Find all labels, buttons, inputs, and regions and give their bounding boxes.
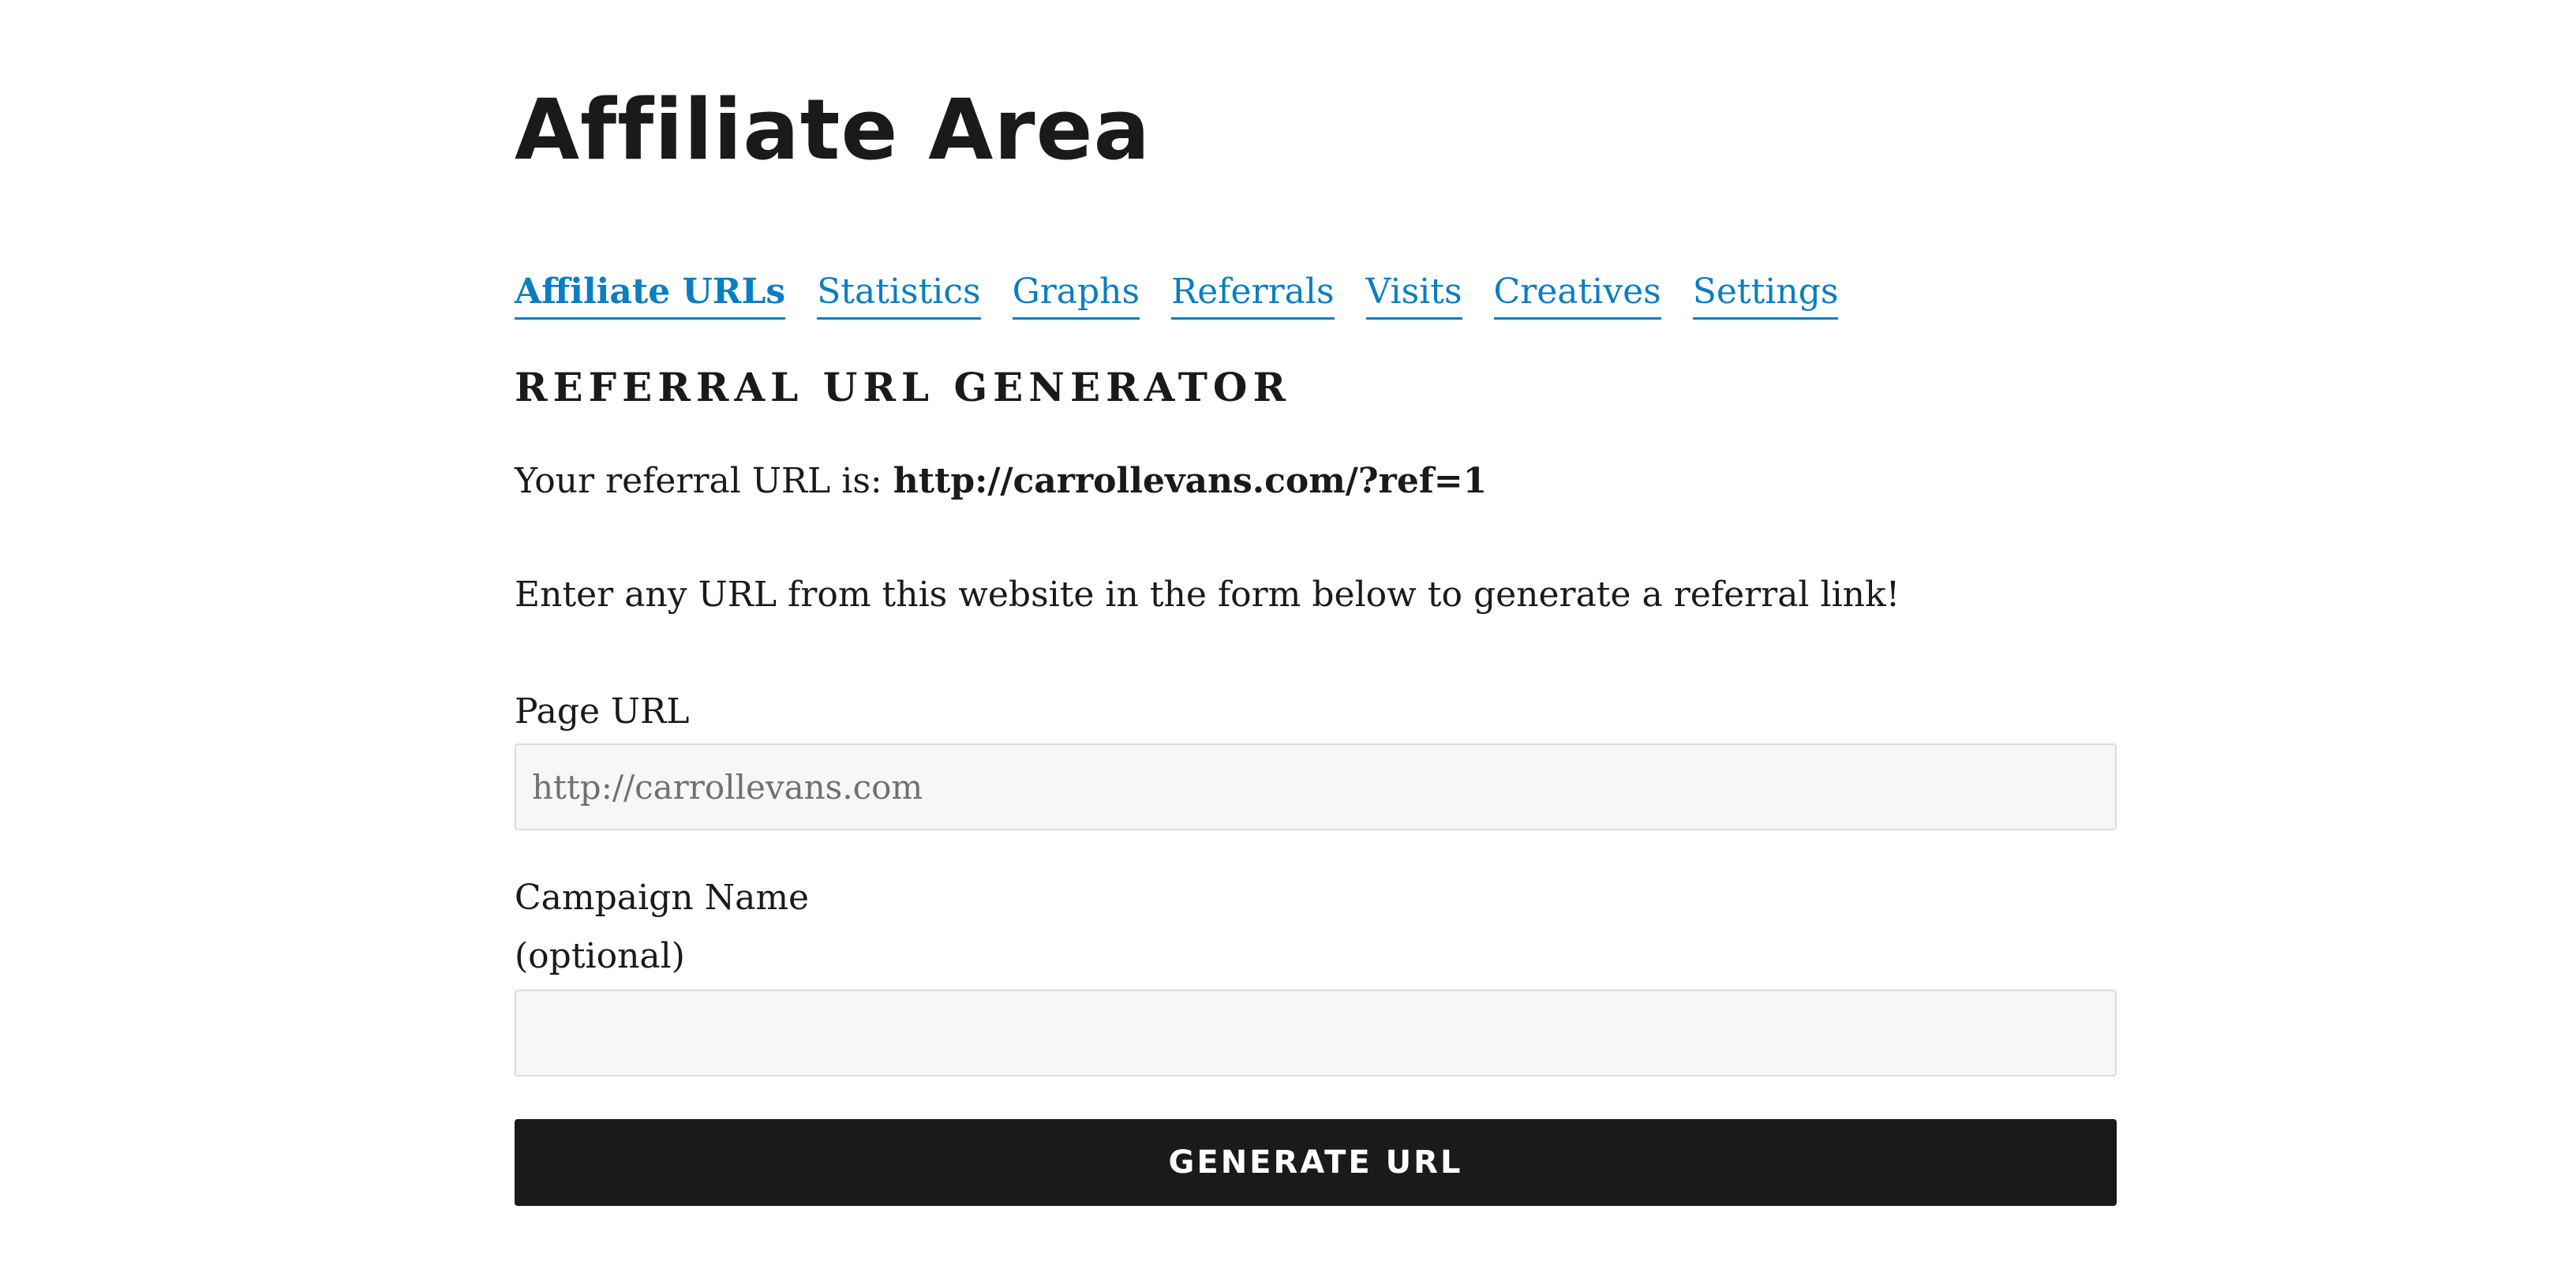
affiliate-tabs-nav: Affiliate URLs Statistics Graphs Referra… — [515, 268, 1839, 320]
tab-affiliate-urls[interactable]: Affiliate URLs — [515, 268, 786, 320]
tab-settings[interactable]: Settings — [1692, 268, 1839, 320]
referral-url-value: http://carrollevans.com/?ref=1 — [893, 461, 1488, 501]
referral-url-prefix: Your referral URL is: — [515, 461, 882, 501]
tab-statistics[interactable]: Statistics — [817, 268, 981, 320]
campaign-optional-label: (optional) — [515, 936, 685, 976]
generate-url-button[interactable]: GENERATE URL — [515, 1119, 2117, 1206]
generator-instructions: Enter any URL from this website in the f… — [515, 575, 1900, 615]
page-url-label: Page URL — [515, 691, 690, 732]
page-url-input[interactable] — [515, 743, 2117, 830]
section-heading: REFERRAL URL GENERATOR — [515, 364, 1292, 410]
referral-url-line: Your referral URL is: http://carrollevan… — [515, 456, 1487, 507]
tab-graphs[interactable]: Graphs — [1012, 268, 1140, 320]
tab-referrals[interactable]: Referrals — [1171, 268, 1335, 320]
page-title: Affiliate Area — [515, 81, 1151, 178]
tab-creatives[interactable]: Creatives — [1493, 268, 1661, 320]
campaign-name-label: Campaign Name — [515, 878, 810, 918]
campaign-name-input[interactable] — [515, 990, 2117, 1076]
tab-visits[interactable]: Visits — [1365, 268, 1462, 320]
